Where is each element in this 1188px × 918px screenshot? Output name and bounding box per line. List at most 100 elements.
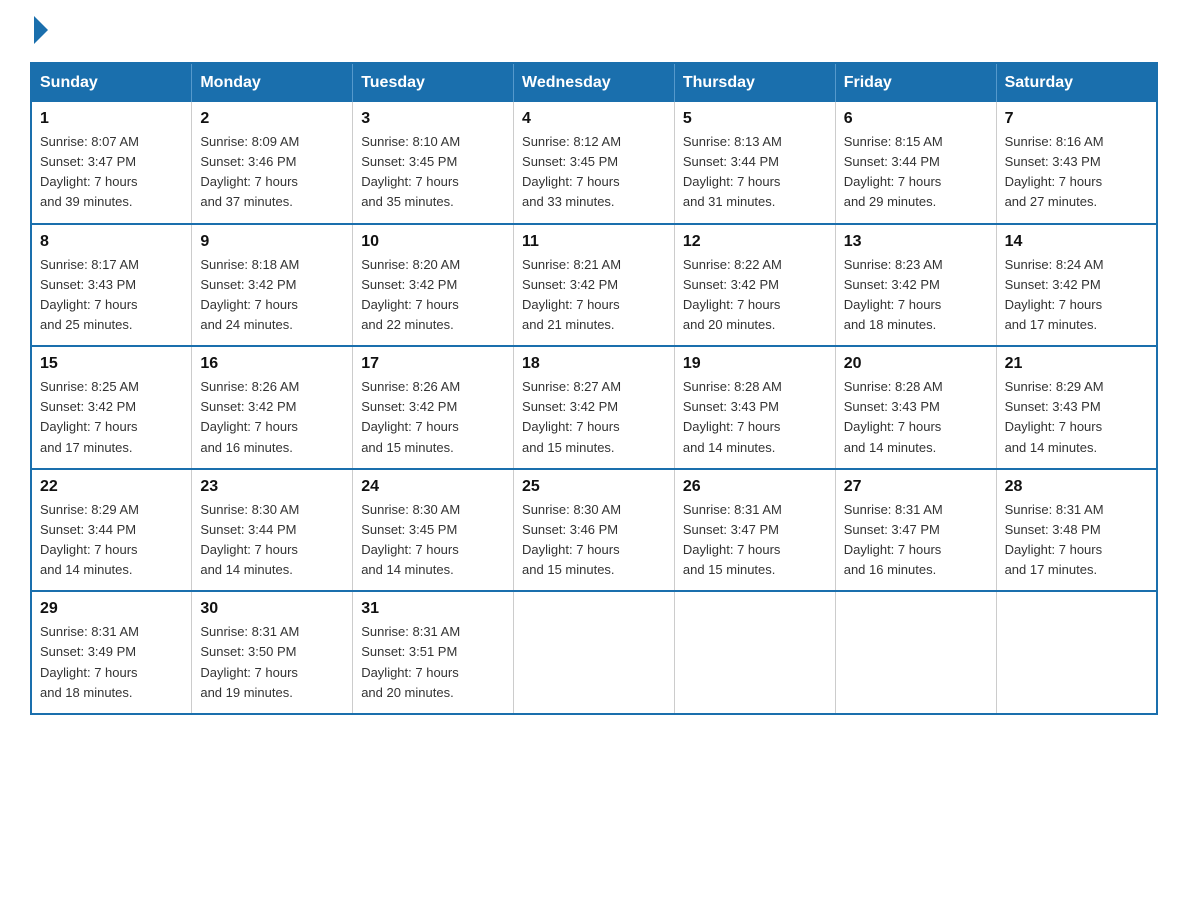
day-number: 22	[40, 478, 183, 496]
calendar-day-cell: 20 Sunrise: 8:28 AMSunset: 3:43 PMDayligh…	[835, 346, 996, 469]
day-info: Sunrise: 8:26 AMSunset: 3:42 PMDaylight:…	[361, 377, 505, 458]
day-info: Sunrise: 8:07 AMSunset: 3:47 PMDaylight:…	[40, 132, 183, 213]
day-number: 25	[522, 478, 666, 496]
day-info: Sunrise: 8:22 AMSunset: 3:42 PMDaylight:…	[683, 255, 827, 336]
calendar-day-cell: 10Sunrise: 8:20 AMSunset: 3:42 PMDayligh…	[353, 224, 514, 347]
calendar-day-cell: 26 Sunrise: 8:31 AMSunset: 3:47 PMDayligh…	[674, 469, 835, 592]
day-number: 29	[40, 600, 183, 618]
day-of-week-header: Friday	[835, 63, 996, 102]
day-number: 16	[200, 355, 344, 373]
day-info: Sunrise: 8:31 AMSunset: 3:51 PMDaylight:…	[361, 622, 505, 703]
day-info: Sunrise: 8:29 AMSunset: 3:43 PMDaylight:…	[1005, 377, 1148, 458]
calendar-day-cell: 7Sunrise: 8:16 AMSunset: 3:43 PMDaylight…	[996, 102, 1157, 224]
calendar-week-row: 8Sunrise: 8:17 AMSunset: 3:43 PMDaylight…	[31, 224, 1157, 347]
day-number: 17	[361, 355, 505, 373]
day-of-week-header: Wednesday	[514, 63, 675, 102]
calendar-day-cell	[674, 591, 835, 714]
calendar-day-cell: 5 Sunrise: 8:13 AMSunset: 3:44 PMDaylight…	[674, 102, 835, 224]
calendar-day-cell: 4 Sunrise: 8:12 AMSunset: 3:45 PMDaylight…	[514, 102, 675, 224]
day-info: Sunrise: 8:18 AMSunset: 3:42 PMDaylight:…	[200, 255, 344, 336]
calendar-day-cell: 31 Sunrise: 8:31 AMSunset: 3:51 PMDayligh…	[353, 591, 514, 714]
calendar-day-cell	[996, 591, 1157, 714]
calendar-day-cell: 1Sunrise: 8:07 AMSunset: 3:47 PMDaylight…	[31, 102, 192, 224]
day-number: 3	[361, 110, 505, 128]
calendar-day-cell: 22 Sunrise: 8:29 AMSunset: 3:44 PMDayligh…	[31, 469, 192, 592]
day-number: 8	[40, 233, 183, 251]
day-number: 19	[683, 355, 827, 373]
day-number: 9	[200, 233, 344, 251]
calendar-day-cell: 29 Sunrise: 8:31 AMSunset: 3:49 PMDayligh…	[31, 591, 192, 714]
calendar-day-cell: 2Sunrise: 8:09 AMSunset: 3:46 PMDaylight…	[192, 102, 353, 224]
day-info: Sunrise: 8:27 AMSunset: 3:42 PMDaylight:…	[522, 377, 666, 458]
day-of-week-header: Sunday	[31, 63, 192, 102]
day-info: Sunrise: 8:25 AMSunset: 3:42 PMDaylight:…	[40, 377, 183, 458]
day-info: Sunrise: 8:15 AMSunset: 3:44 PMDaylight:…	[844, 132, 988, 213]
day-number: 11	[522, 233, 666, 251]
calendar-day-cell: 3 Sunrise: 8:10 AMSunset: 3:45 PMDaylight…	[353, 102, 514, 224]
page-header	[30, 20, 1158, 44]
calendar-day-cell: 21 Sunrise: 8:29 AMSunset: 3:43 PMDayligh…	[996, 346, 1157, 469]
day-number: 7	[1005, 110, 1148, 128]
calendar-day-cell: 14 Sunrise: 8:24 AMSunset: 3:42 PMDayligh…	[996, 224, 1157, 347]
day-info: Sunrise: 8:10 AMSunset: 3:45 PMDaylight:…	[361, 132, 505, 213]
day-number: 21	[1005, 355, 1148, 373]
day-number: 5	[683, 110, 827, 128]
calendar-day-cell: 11Sunrise: 8:21 AMSunset: 3:42 PMDayligh…	[514, 224, 675, 347]
calendar-day-cell: 30 Sunrise: 8:31 AMSunset: 3:50 PMDayligh…	[192, 591, 353, 714]
calendar-header-row: SundayMondayTuesdayWednesdayThursdayFrid…	[31, 63, 1157, 102]
day-number: 31	[361, 600, 505, 618]
day-number: 24	[361, 478, 505, 496]
day-number: 20	[844, 355, 988, 373]
day-info: Sunrise: 8:28 AMSunset: 3:43 PMDaylight:…	[844, 377, 988, 458]
day-of-week-header: Thursday	[674, 63, 835, 102]
calendar-day-cell: 6 Sunrise: 8:15 AMSunset: 3:44 PMDaylight…	[835, 102, 996, 224]
day-info: Sunrise: 8:12 AMSunset: 3:45 PMDaylight:…	[522, 132, 666, 213]
calendar-table: SundayMondayTuesdayWednesdayThursdayFrid…	[30, 62, 1158, 715]
day-info: Sunrise: 8:28 AMSunset: 3:43 PMDaylight:…	[683, 377, 827, 458]
day-number: 14	[1005, 233, 1148, 251]
calendar-day-cell: 16 Sunrise: 8:26 AMSunset: 3:42 PMDayligh…	[192, 346, 353, 469]
day-number: 6	[844, 110, 988, 128]
calendar-day-cell: 19 Sunrise: 8:28 AMSunset: 3:43 PMDayligh…	[674, 346, 835, 469]
logo	[30, 20, 48, 44]
day-info: Sunrise: 8:31 AMSunset: 3:49 PMDaylight:…	[40, 622, 183, 703]
calendar-day-cell: 18 Sunrise: 8:27 AMSunset: 3:42 PMDayligh…	[514, 346, 675, 469]
day-number: 23	[200, 478, 344, 496]
day-info: Sunrise: 8:13 AMSunset: 3:44 PMDaylight:…	[683, 132, 827, 213]
calendar-week-row: 1Sunrise: 8:07 AMSunset: 3:47 PMDaylight…	[31, 102, 1157, 224]
calendar-day-cell: 24 Sunrise: 8:30 AMSunset: 3:45 PMDayligh…	[353, 469, 514, 592]
calendar-day-cell: 13 Sunrise: 8:23 AMSunset: 3:42 PMDayligh…	[835, 224, 996, 347]
day-info: Sunrise: 8:30 AMSunset: 3:45 PMDaylight:…	[361, 500, 505, 581]
calendar-day-cell: 23 Sunrise: 8:30 AMSunset: 3:44 PMDayligh…	[192, 469, 353, 592]
day-number: 13	[844, 233, 988, 251]
day-number: 28	[1005, 478, 1148, 496]
day-info: Sunrise: 8:24 AMSunset: 3:42 PMDaylight:…	[1005, 255, 1148, 336]
logo-arrow-icon	[34, 16, 48, 44]
calendar-day-cell: 25 Sunrise: 8:30 AMSunset: 3:46 PMDayligh…	[514, 469, 675, 592]
day-info: Sunrise: 8:26 AMSunset: 3:42 PMDaylight:…	[200, 377, 344, 458]
calendar-day-cell	[514, 591, 675, 714]
day-number: 27	[844, 478, 988, 496]
day-number: 15	[40, 355, 183, 373]
day-number: 2	[200, 110, 344, 128]
day-number: 26	[683, 478, 827, 496]
day-info: Sunrise: 8:31 AMSunset: 3:47 PMDaylight:…	[844, 500, 988, 581]
day-of-week-header: Tuesday	[353, 63, 514, 102]
day-info: Sunrise: 8:29 AMSunset: 3:44 PMDaylight:…	[40, 500, 183, 581]
day-of-week-header: Monday	[192, 63, 353, 102]
calendar-day-cell: 27 Sunrise: 8:31 AMSunset: 3:47 PMDayligh…	[835, 469, 996, 592]
day-info: Sunrise: 8:31 AMSunset: 3:50 PMDaylight:…	[200, 622, 344, 703]
calendar-day-cell: 28Sunrise: 8:31 AMSunset: 3:48 PMDayligh…	[996, 469, 1157, 592]
day-info: Sunrise: 8:31 AMSunset: 3:47 PMDaylight:…	[683, 500, 827, 581]
day-info: Sunrise: 8:30 AMSunset: 3:46 PMDaylight:…	[522, 500, 666, 581]
day-info: Sunrise: 8:23 AMSunset: 3:42 PMDaylight:…	[844, 255, 988, 336]
day-info: Sunrise: 8:20 AMSunset: 3:42 PMDaylight:…	[361, 255, 505, 336]
day-number: 18	[522, 355, 666, 373]
calendar-day-cell: 17 Sunrise: 8:26 AMSunset: 3:42 PMDayligh…	[353, 346, 514, 469]
day-number: 4	[522, 110, 666, 128]
day-info: Sunrise: 8:30 AMSunset: 3:44 PMDaylight:…	[200, 500, 344, 581]
calendar-day-cell: 12Sunrise: 8:22 AMSunset: 3:42 PMDayligh…	[674, 224, 835, 347]
day-number: 30	[200, 600, 344, 618]
calendar-day-cell	[835, 591, 996, 714]
calendar-week-row: 15 Sunrise: 8:25 AMSunset: 3:42 PMDayligh…	[31, 346, 1157, 469]
